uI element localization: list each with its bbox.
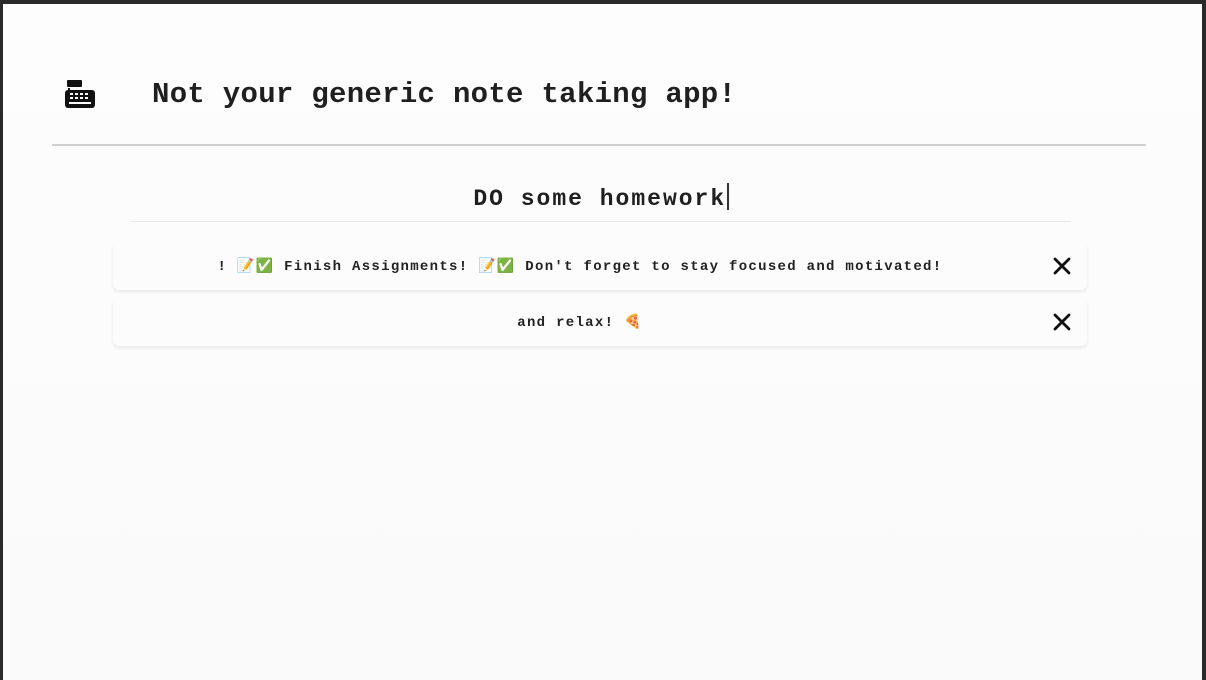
note-text: ! 📝✅ Finish Assignments! 📝✅ Don't forget… <box>217 258 943 275</box>
header-divider <box>52 144 1146 146</box>
delete-note-button[interactable] <box>1051 311 1073 333</box>
app-window: Not your generic note taking app! DO som… <box>3 4 1202 680</box>
close-icon <box>1053 313 1071 331</box>
note-title-text: DO some homework <box>473 186 727 212</box>
note-list: ! 📝✅ Finish Assignments! 📝✅ Don't forget… <box>113 242 1087 354</box>
cash-register-icon <box>64 78 96 110</box>
note-text: and relax! 🍕 <box>517 314 643 331</box>
list-item[interactable]: and relax! 🍕 <box>113 298 1087 346</box>
list-item[interactable]: ! 📝✅ Finish Assignments! 📝✅ Don't forget… <box>113 242 1087 290</box>
note-title-field[interactable]: DO some homework <box>131 174 1071 222</box>
close-icon <box>1053 257 1071 275</box>
delete-note-button[interactable] <box>1051 255 1073 277</box>
text-caret <box>727 183 729 210</box>
note-title-input[interactable]: DO some homework <box>473 183 729 212</box>
app-header: Not your generic note taking app! <box>53 64 1146 124</box>
app-title: Not your generic note taking app! <box>152 77 737 111</box>
